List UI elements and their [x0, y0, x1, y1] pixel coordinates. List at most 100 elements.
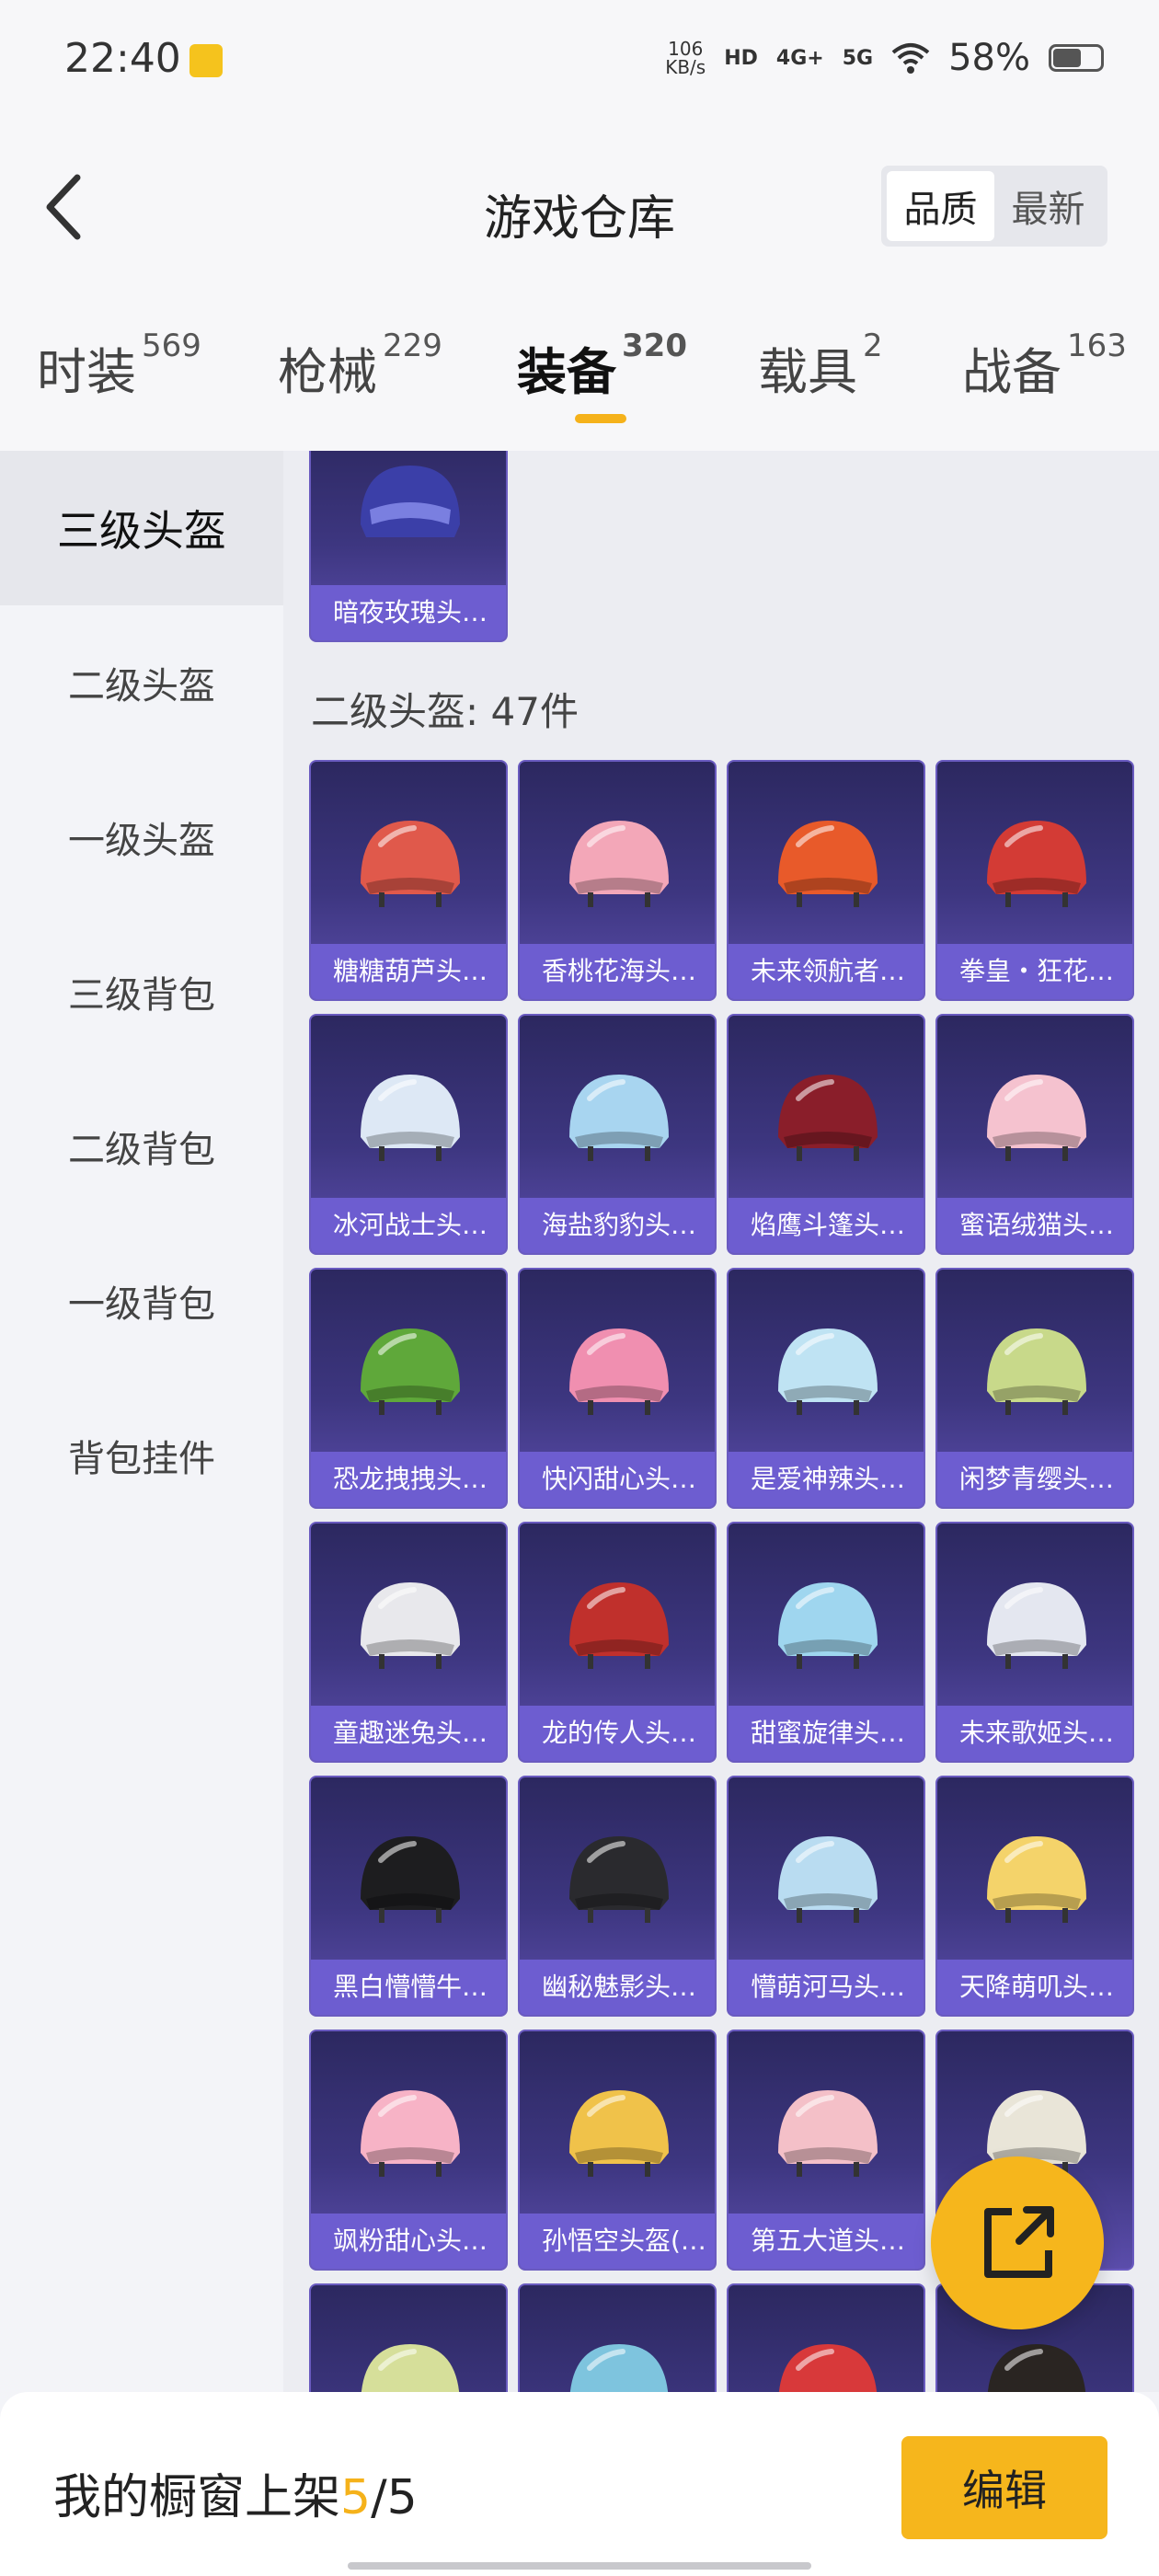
- active-tab-indicator: [575, 414, 626, 423]
- item-card[interactable]: 拳皇・狂花…: [935, 760, 1134, 1001]
- helmet-icon: [361, 821, 460, 907]
- tab-label: 装备: [517, 343, 616, 401]
- tab-equipment[interactable]: 装备 320: [517, 328, 687, 404]
- edit-button[interactable]: 编辑: [901, 2436, 1107, 2539]
- tab-label: 枪械: [278, 343, 377, 401]
- item-card[interactable]: 飒粉甜心头…: [309, 2030, 508, 2271]
- item-name: 海盐豹豹头…: [520, 1198, 715, 1253]
- tab-count: 2: [863, 328, 883, 364]
- item-card[interactable]: 黑白懵懵牛…: [309, 1776, 508, 2017]
- item-card[interactable]: 懵萌河马头…: [727, 1776, 925, 2017]
- helmet-icon: [361, 2090, 460, 2177]
- sidebar-item-level2-helmet[interactable]: 二级头盔: [0, 605, 283, 760]
- net-speed: 106 KB/s: [665, 40, 706, 76]
- signal-5g-icon: 5G: [842, 46, 874, 70]
- helmet-icon: [778, 1075, 878, 1161]
- share-icon: [984, 2206, 1054, 2278]
- tab-gear[interactable]: 战备 163: [962, 328, 1127, 404]
- helmet-icon: [569, 1582, 669, 1669]
- tab-count: 163: [1067, 328, 1127, 364]
- item-name: 闲梦青缨头…: [937, 1452, 1132, 1507]
- item-name: 龙的传人头…: [520, 1706, 715, 1761]
- sidebar-item-backpack-charm[interactable]: 背包挂件: [0, 1378, 283, 1533]
- helmet-icon: [778, 2344, 878, 2392]
- sidebar-item-level1-backpack[interactable]: 一级背包: [0, 1224, 283, 1378]
- item-card[interactable]: 天降萌叽头…: [935, 1776, 1134, 2017]
- tab-vehicles[interactable]: 载具 2: [758, 328, 883, 404]
- helmet-icon: [778, 821, 878, 907]
- item-name: 飒粉甜心头…: [311, 2214, 506, 2269]
- helmet-icon: [361, 1075, 460, 1161]
- item-card[interactable]: 孙悟空头盔(…: [518, 2030, 717, 2271]
- item-card[interactable]: 闲梦青缨头…: [935, 1268, 1134, 1509]
- item-card[interactable]: 快闪甜心头…: [518, 1268, 717, 1509]
- item-card[interactable]: 龙的传人头…: [518, 1522, 717, 1763]
- showcase-count-separator: /: [371, 2470, 387, 2525]
- tab-label: 战备: [962, 343, 1061, 401]
- item-name: 是爱神辣头…: [729, 1452, 924, 1507]
- status-time: 22:40: [64, 35, 181, 82]
- item-card[interactable]: 未来领航者…: [727, 760, 925, 1001]
- helmet-icon: [569, 1836, 669, 1923]
- home-indicator[interactable]: [348, 2562, 811, 2570]
- helmet-icon: [778, 1328, 878, 1415]
- share-button[interactable]: [931, 2156, 1104, 2329]
- item-card[interactable]: 是爱神辣头…: [727, 1268, 925, 1509]
- item-grid-area: 暗夜玫瑰头… 二级头盔: 47件 糖糖葫芦头… 香桃花海头… 未来领航者… 拳皇・狂花…: [283, 451, 1159, 2392]
- showcase-count-current: 5: [340, 2470, 372, 2525]
- item-card[interactable]: 糖糖葫芦头…: [309, 760, 508, 1001]
- item-card[interactable]: [727, 2283, 925, 2392]
- sidebar-item-level3-helmet[interactable]: 三级头盔: [0, 451, 283, 605]
- tab-fashion[interactable]: 时装 569: [37, 328, 201, 404]
- item-card[interactable]: [309, 2283, 508, 2392]
- helmet-icon: [987, 2344, 1086, 2392]
- helmet-icon: [778, 1836, 878, 1923]
- item-card[interactable]: 未来歌姬头…: [935, 1522, 1134, 1763]
- net-speed-value: 106: [668, 38, 704, 60]
- net-speed-unit: KB/s: [665, 56, 706, 78]
- item-card-top[interactable]: 暗夜玫瑰头…: [309, 451, 508, 642]
- item-card[interactable]: 童趣迷兔头…: [309, 1522, 508, 1763]
- helmet-icon: [987, 1075, 1086, 1161]
- item-card[interactable]: 恐龙拽拽头…: [309, 1268, 508, 1509]
- wifi-icon: [891, 43, 930, 74]
- item-card[interactable]: [518, 2283, 717, 2392]
- item-name: 焰鹰斗篷头…: [729, 1198, 924, 1253]
- item-card[interactable]: 海盐豹豹头…: [518, 1014, 717, 1255]
- item-name: 幽秘魅影头…: [520, 1960, 715, 2015]
- category-tabs: 时装 569 枪械 229 装备 320 载具 2 战备 163: [0, 328, 1159, 442]
- helmet-icon: [987, 821, 1086, 907]
- item-card[interactable]: 第五大道头…: [727, 2030, 925, 2271]
- sort-quality-option[interactable]: 品质: [887, 171, 994, 241]
- helmet-icon: [361, 1836, 460, 1923]
- helmet-icon: [569, 1075, 669, 1161]
- tab-count: 320: [622, 328, 687, 364]
- item-name: 暗夜玫瑰头…: [311, 585, 506, 640]
- showcase-count-total: 5: [386, 2470, 418, 2525]
- item-card[interactable]: 冰河战士头…: [309, 1014, 508, 1255]
- item-card[interactable]: 焰鹰斗篷头…: [727, 1014, 925, 1255]
- helmet-icon: [361, 466, 460, 537]
- helmet-icon: [361, 1582, 460, 1669]
- section-label: 二级头盔: 47件: [311, 689, 579, 734]
- item-name: 未来歌姬头…: [937, 1706, 1132, 1761]
- sort-newest-option[interactable]: 最新: [994, 171, 1102, 241]
- item-card[interactable]: 幽秘魅影头…: [518, 1776, 717, 2017]
- sidebar-item-level3-backpack[interactable]: 三级背包: [0, 914, 283, 1069]
- item-card[interactable]: 甜蜜旋律头…: [727, 1522, 925, 1763]
- helmet-icon: [987, 1836, 1086, 1923]
- showcase-status: 我的橱窗上架5/5: [53, 2458, 418, 2527]
- tab-guns[interactable]: 枪械 229: [278, 328, 442, 404]
- item-name: 第五大道头…: [729, 2214, 924, 2269]
- sidebar-item-level1-helmet[interactable]: 一级头盔: [0, 760, 283, 914]
- item-name: 恐龙拽拽头…: [311, 1452, 506, 1507]
- item-card[interactable]: 蜜语绒猫头…: [935, 1014, 1134, 1255]
- item-name: 天降萌叽头…: [937, 1960, 1132, 2015]
- helmet-icon: [987, 1582, 1086, 1669]
- status-icons: 106 KB/s HD 4G+ 5G 58%: [665, 37, 1104, 79]
- battery-percent: 58%: [948, 37, 1030, 79]
- sidebar-item-level2-backpack[interactable]: 二级背包: [0, 1069, 283, 1224]
- battery-icon: [1049, 44, 1104, 72]
- item-card[interactable]: 香桃花海头…: [518, 760, 717, 1001]
- status-bar: 22:40 106 KB/s HD 4G+ 5G 58%: [0, 0, 1159, 115]
